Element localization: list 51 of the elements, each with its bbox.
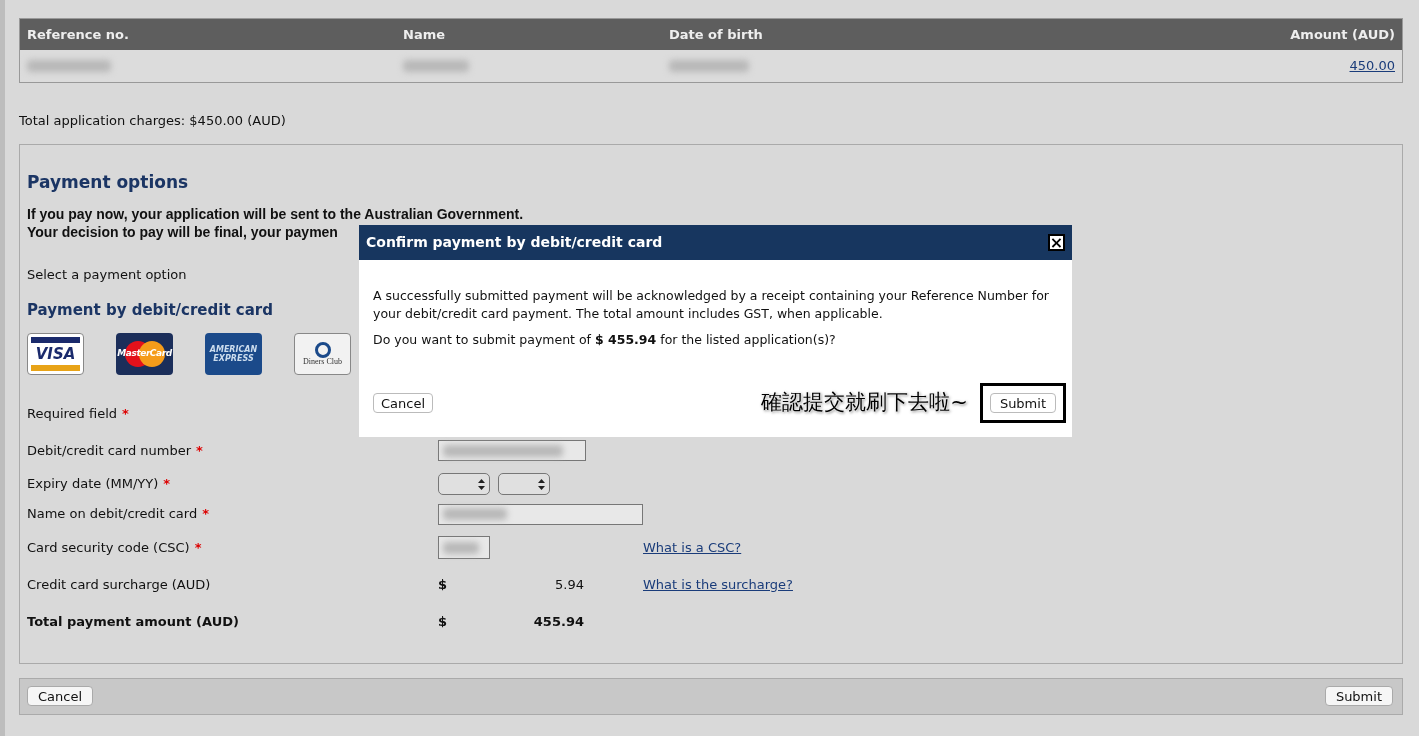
- required-asterisk: *: [163, 475, 171, 494]
- required-asterisk: *: [194, 538, 202, 557]
- submit-button[interactable]: Submit: [1324, 686, 1393, 706]
- cancel-button[interactable]: Cancel: [27, 686, 94, 706]
- close-button[interactable]: ×: [1048, 234, 1065, 251]
- csc-field[interactable]: [438, 536, 490, 559]
- currency-symbol: $: [438, 612, 448, 631]
- card-heading: Payment by debit/credit card: [27, 299, 273, 321]
- column-header: Name: [403, 25, 446, 44]
- dialog-message: A successfully submitted payment will be acknowledged by a receipt containing your Reference Number for your debit/credit card payment. The total amount includes GST, when applicable.: [373, 287, 1050, 323]
- warning-text: Your decision to pay will be final, your paymen: [27, 223, 338, 241]
- month-select[interactable]: [498, 473, 550, 495]
- currency-symbol: $: [438, 575, 448, 594]
- dialog-submit-button[interactable]: Submit: [989, 393, 1056, 413]
- warning-text: If you pay now, your application will be sent to the Australian Government.: [27, 205, 524, 223]
- total-charges-text: Total application charges: $450.00 (AUD): [19, 112, 287, 130]
- required-asterisk: *: [196, 441, 203, 460]
- card-logo: Diners Club: [294, 333, 351, 375]
- dialog-cancel-button[interactable]: Cancel: [373, 393, 434, 413]
- amount-value: 5.94: [555, 575, 584, 594]
- field-label: Name on debit/credit card: [27, 505, 198, 524]
- help-link[interactable]: What is the surcharge?: [643, 574, 793, 595]
- required-asterisk: *: [122, 404, 129, 423]
- month-select[interactable]: [438, 473, 490, 495]
- card-logo: VISA: [27, 333, 84, 375]
- amount-link[interactable]: 450.00: [1349, 56, 1395, 76]
- field-label: Total payment amount (AUD): [27, 612, 239, 631]
- dialog-title: Confirm payment by debit/credit card: [366, 233, 663, 252]
- updown-arrow-icon: [538, 478, 545, 490]
- help-link[interactable]: What is a CSC?: [643, 537, 742, 558]
- required-asterisk: *: [202, 505, 209, 524]
- column-header: Reference no.: [27, 25, 130, 44]
- name-field[interactable]: [438, 503, 643, 525]
- amount-value: 455.94: [533, 612, 584, 631]
- field-label: Card security code (CSC): [27, 538, 190, 557]
- blurred-value: [443, 541, 479, 554]
- field-label: Required field: [27, 404, 118, 423]
- card-number-field[interactable]: [438, 440, 586, 461]
- field-label: Debit/credit card number: [27, 441, 191, 460]
- select-option-text: Select a payment option: [27, 266, 188, 284]
- field-label: Credit card surcharge (AUD): [27, 575, 211, 594]
- updown-arrow-icon: [478, 478, 485, 490]
- blurred-value: [443, 508, 507, 520]
- column-header: Date of birth: [669, 25, 764, 44]
- field-label: Expiry date (MM/YY): [27, 475, 159, 494]
- blurred-value: [403, 60, 469, 72]
- card-logo: AMERICAN EXPRESS: [205, 333, 262, 375]
- annotation-text: 確認提交就刷下去啦~: [761, 389, 968, 417]
- column-header: Amount (AUD): [1290, 25, 1395, 44]
- section-heading: Payment options: [27, 170, 190, 194]
- dialog-question: Do you want to submit payment of $ 455.94 for the listed application(s)?: [373, 331, 837, 349]
